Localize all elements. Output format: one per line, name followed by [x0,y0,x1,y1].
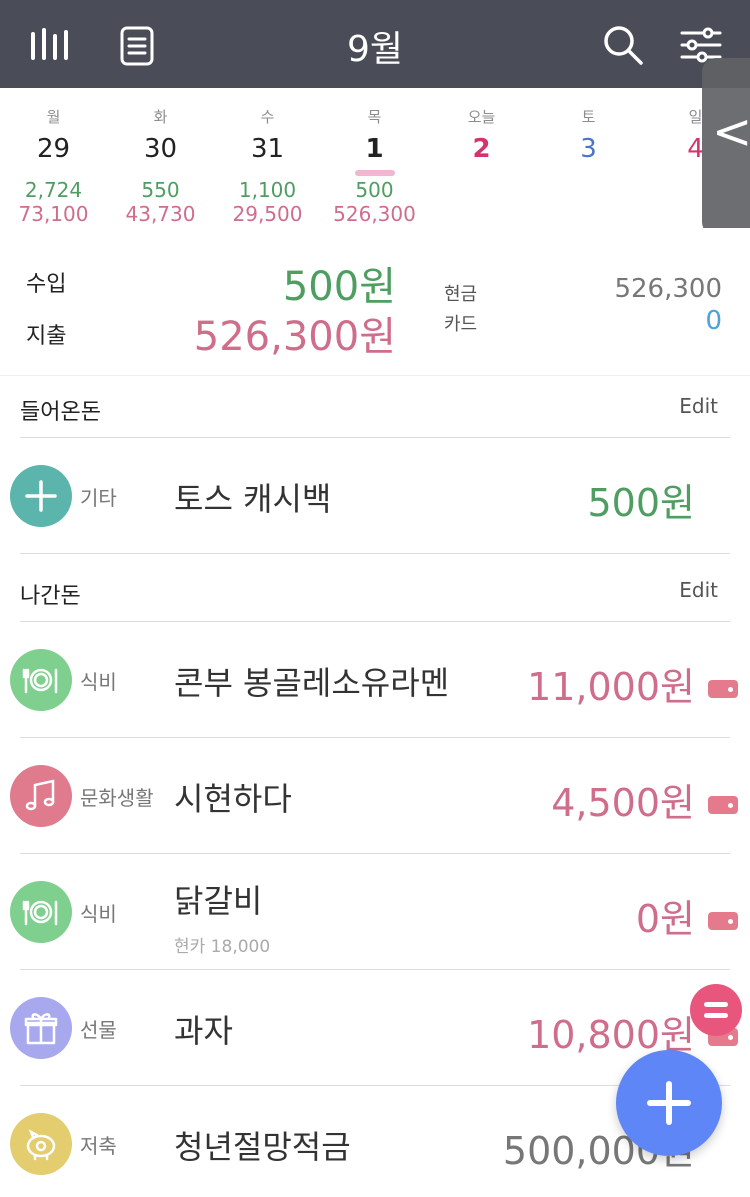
day-name: 월 [46,108,61,126]
section-title: 나간돈 [20,584,81,609]
transaction-row[interactable]: 식비 닭갈비 현카 18,000 0원 [0,854,750,970]
row-divider [20,553,730,554]
menu-fab-button[interactable] [690,984,742,1036]
edit-button[interactable]: Edit [679,394,718,418]
plate-icon [10,881,72,943]
day-cell[interactable]: 수 31 1,100 29,500 [214,88,321,226]
card-payment-icon [708,912,738,930]
day-cell-today[interactable]: 오늘 2 [428,88,535,168]
plate-icon [10,649,72,711]
music-note-icon [10,765,72,827]
memo-text: 청년절망적금 [174,1128,351,1166]
equals-icon-bar [704,1013,728,1018]
day-number: 2 [472,134,491,164]
section-title: 들어온돈 [20,400,101,425]
week-calendar: 월 29 2,724 73,100 화 30 550 43,730 수 31 1… [0,88,750,228]
income-section-header: 들어온돈 Edit [20,378,730,438]
amount: 4,500원 [551,781,695,825]
gift-icon [10,997,72,1059]
day-expense: 73,100 [18,202,89,226]
day-name: 수 [260,108,275,126]
income-label: 수입 [26,272,67,297]
category-label: 저축 [80,1134,117,1158]
add-transaction-button[interactable] [616,1050,722,1156]
category-label: 기타 [80,486,117,510]
day-number: 3 [580,134,597,164]
amount: 11,000원 [527,665,695,709]
transaction-row[interactable]: 문화생활 시현하다 4,500원 [0,738,750,854]
memo-text: 콘부 봉골레소유라멘 [174,664,450,702]
equals-icon [704,1002,728,1007]
category-label: 문화생활 [80,786,154,810]
card-total: 0 [705,306,722,336]
cash-label: 현금 [444,284,478,305]
side-drawer-tab[interactable]: < [702,58,750,236]
day-expense: 43,730 [125,202,196,226]
expense-label: 지출 [26,324,67,349]
memo-text: 시현하다 [174,780,292,818]
card-payment-icon [708,680,738,698]
category-label: 식비 [80,670,117,694]
search-icon[interactable] [600,22,646,68]
day-name: 목 [367,108,382,126]
category-label: 식비 [80,902,117,926]
day-expense: 29,500 [232,202,303,226]
amount: 0원 [635,897,695,941]
card-label: 카드 [444,314,478,335]
piggy-bank-icon [10,1113,72,1175]
day-expense: 526,300 [333,202,416,226]
day-income: 500 [355,178,394,202]
memo-text: 과자 [174,1012,233,1050]
edit-button[interactable]: Edit [679,578,718,602]
selected-day-indicator [354,170,395,176]
day-cell[interactable]: 토 3 [535,88,642,168]
day-number: 30 [143,134,178,164]
memo-text: 토스 캐시백 [174,480,332,518]
day-number: 29 [36,134,71,164]
day-income: 2,724 [24,178,83,202]
cash-total: 526,300 [614,274,722,304]
chevron-left-icon: < [712,104,750,160]
card-payment-icon [708,796,738,814]
memo-text: 닭갈비 [174,882,263,920]
transaction-row[interactable]: 식비 콘부 봉골레소유라멘 11,000원 [0,622,750,738]
day-income: 1,100 [238,178,297,202]
daily-summary: 수입 500원 지출 526,300원 현금 526,300 카드 0 [0,228,750,376]
day-cell[interactable]: 월 29 2,724 73,100 [0,88,107,226]
day-cell-selected[interactable]: 목 1 500 526,300 [321,88,428,226]
day-name: 오늘 [467,108,496,126]
day-income: 550 [141,178,180,202]
plus-icon [10,465,72,527]
day-number: 31 [250,134,285,164]
top-bar: 9월 [0,0,750,88]
amount: 500원 [587,481,696,525]
day-name: 토 [581,108,596,126]
day-cell[interactable]: 화 30 550 43,730 [107,88,214,226]
expense-total: 526,300원 [193,314,396,360]
day-name: 화 [153,108,168,126]
memo-subtext: 현카 18,000 [174,937,271,957]
category-label: 선물 [80,1018,117,1042]
transaction-row[interactable]: 기타 토스 캐시백 500원 [0,438,750,554]
day-number: 1 [365,134,384,164]
expense-section-header: 나간돈 Edit [20,562,730,622]
